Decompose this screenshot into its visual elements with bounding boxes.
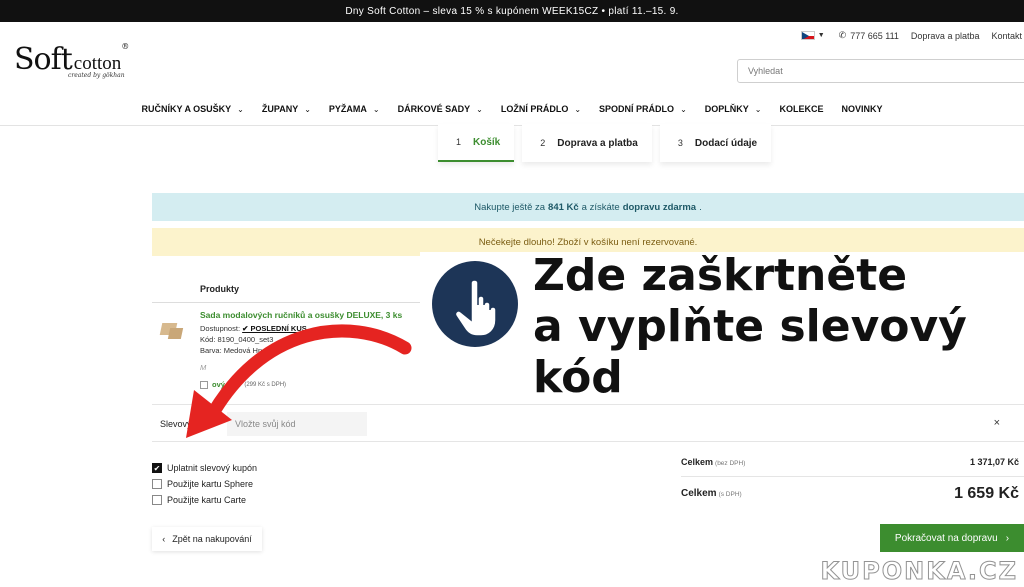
step-number: 1 xyxy=(456,137,462,147)
contact-link[interactable]: Kontakt xyxy=(991,31,1022,41)
option-label: Uplatnit slevový kupón xyxy=(167,463,258,473)
total-label: Celkem xyxy=(681,488,717,499)
button-label: Zpět na nakupování xyxy=(172,534,252,544)
step-kosik[interactable]: 1 Košík xyxy=(438,124,515,162)
step-doprava[interactable]: 2 Doprava a platba xyxy=(522,124,652,162)
nav-item-rucniky[interactable]: RUČNÍKY A OSUŠKY ⌄ xyxy=(141,104,243,114)
chevron-right-icon: › xyxy=(1005,532,1010,544)
nav-item-kolekce[interactable]: KOLEKCE xyxy=(779,104,823,114)
callout-line: Zde zaškrtněte xyxy=(533,250,908,301)
step-label: Doprava a platba xyxy=(557,137,638,149)
divider xyxy=(681,476,1024,477)
logo-registered: ® xyxy=(121,42,129,51)
total-excl-vat: Celkem (bez DPH) 1 371,07 Kč xyxy=(681,457,1019,467)
banner-text: . xyxy=(699,201,702,213)
chevron-down-icon: ⌄ xyxy=(476,104,483,114)
checkbox[interactable] xyxy=(152,495,162,505)
close-icon[interactable]: × xyxy=(994,417,1000,429)
phone-number[interactable]: 777 665 111 xyxy=(850,31,899,41)
promo-text: Dny Soft Cotton – sleva 15 % s kupónem W… xyxy=(345,5,679,17)
logo-soft: Soft xyxy=(14,42,73,77)
nav-item-darkove-sady[interactable]: DÁRKOVÉ SADY ⌄ xyxy=(398,104,483,114)
logo[interactable]: Soft cotton ® created by gökhan xyxy=(14,42,129,86)
watermark: KUPONKA.CZ xyxy=(820,557,1018,586)
option-sphere-card[interactable]: Použijte kartu Sphere xyxy=(152,476,257,492)
step-label: Dodací údaje xyxy=(694,137,758,149)
option-label: Použijte kartu Sphere xyxy=(167,479,254,489)
site-header: Soft cotton ® created by gökhan ▼ ✆ 777 66… xyxy=(0,22,1024,126)
nav-label: LOŽNÍ PRÁDLO xyxy=(500,104,569,114)
banner-text: Nečekejte dlouho! Zboží v košíku není re… xyxy=(478,236,698,248)
total-note: (s DPH) xyxy=(718,491,742,498)
checkbox-checked[interactable]: ✔ xyxy=(152,463,162,473)
banner-free-shipping: dopravu zdarma xyxy=(622,201,697,213)
chevron-left-icon: ‹ xyxy=(162,534,166,544)
nav-item-doplnky[interactable]: DOPLŇKY ⌄ xyxy=(705,104,762,114)
checkout-steps: 1 Košík 2 Doprava a platba 3 Dodací údaje xyxy=(438,124,779,162)
step-label: Košík xyxy=(473,136,501,148)
option-label: Použijte kartu Carte xyxy=(167,495,247,505)
banner-text: a získáte xyxy=(581,201,620,213)
chevron-down-icon: ⌄ xyxy=(237,104,244,114)
nav-label: ŽUPANY xyxy=(261,104,299,114)
chevron-down-icon: ⌄ xyxy=(574,104,582,114)
nav-item-spodni-pradlo[interactable]: SPODNÍ PRÁDLO ⌄ xyxy=(599,104,687,114)
nav-item-pyzama[interactable]: PYŽAMA ⌄ xyxy=(329,104,380,114)
search-placeholder: Vyhledat xyxy=(748,66,783,76)
nav-label: DOPLŇKY xyxy=(704,104,749,114)
nav-item-novinky[interactable]: NOVINKY xyxy=(842,104,883,114)
free-shipping-banner: Nakupte ještě za 841 Kč a získáte dopravu z… xyxy=(152,193,1024,221)
products-header: Produkty xyxy=(200,284,240,294)
nav-label: RUČNÍKY A OSUŠKY xyxy=(141,104,232,114)
callout-line: kód xyxy=(533,352,623,403)
chevron-down-icon: ⌄ xyxy=(372,104,380,114)
chevron-down-icon: ⌄ xyxy=(754,104,762,114)
continue-to-shipping-button[interactable]: Pokračovat na dopravu › xyxy=(880,524,1024,552)
chevron-down-icon: ⌄ xyxy=(680,104,687,114)
promo-bar: Dny Soft Cotton – sleva 15 % s kupónem W… xyxy=(0,0,1024,22)
callout-text: Zde zaškrtněte a vyplňte slevový kód xyxy=(533,250,967,403)
step-dodaci-udaje[interactable]: 3 Dodací údaje xyxy=(659,124,772,162)
red-arrow-annotation xyxy=(186,324,412,438)
discount-options: ✔ Uplatnit slevový kupón Použijte kartu S… xyxy=(152,460,257,508)
banner-amount: 841 Kč xyxy=(548,201,579,213)
nav-label: NOVINKY xyxy=(841,104,883,114)
checkbox[interactable] xyxy=(152,479,162,489)
phone-icon: ✆ xyxy=(838,30,847,40)
total-incl-vat: Celkem (s DPH) 1 659 Kč xyxy=(681,485,1019,502)
chevron-down-icon[interactable]: ▼ xyxy=(818,32,825,39)
option-carte-card[interactable]: Použijte kartu Carte xyxy=(152,492,257,508)
nav-label: SPODNÍ PRÁDLO xyxy=(599,104,675,114)
grand-total-value: 1 659 Kč xyxy=(954,485,1019,502)
pointing-hand-icon xyxy=(432,261,518,347)
main-nav: RUČNÍKY A OSUŠKY ⌄ ŽUPANY ⌄ PYŽAMA ⌄ DÁRKOV… xyxy=(0,104,1024,114)
banner-text: Nakupte ještě za xyxy=(474,201,546,213)
czech-flag-icon[interactable] xyxy=(800,31,815,40)
button-label: Pokračovat na dopravu xyxy=(894,532,998,544)
option-coupon[interactable]: ✔ Uplatnit slevový kupón xyxy=(152,460,257,476)
nav-label: KOLEKCE xyxy=(779,104,824,114)
shipping-link[interactable]: Doprava a platba xyxy=(911,31,980,41)
chevron-down-icon: ⌄ xyxy=(304,104,311,114)
total-value: 1 371,07 Kč xyxy=(969,457,1019,467)
total-label: Celkem xyxy=(681,457,714,467)
callout-line: a vyplňte slevový xyxy=(533,301,967,352)
divider xyxy=(152,302,452,303)
nav-item-zupany[interactable]: ŽUPANY ⌄ xyxy=(262,104,311,114)
nav-label: PYŽAMA xyxy=(328,104,367,114)
total-note: (bez DPH) xyxy=(715,460,746,467)
logo-cotton: cotton xyxy=(73,53,122,74)
back-to-shopping-button[interactable]: ‹ Zpět na nakupování xyxy=(152,527,262,551)
step-number: 3 xyxy=(677,138,683,148)
logo-tagline: created by gökhan xyxy=(68,72,125,79)
nav-label: DÁRKOVÉ SADY xyxy=(397,104,471,114)
step-number: 2 xyxy=(540,138,546,148)
search-input[interactable]: Vyhledat xyxy=(737,59,1024,83)
nav-item-lozni-pradlo[interactable]: LOŽNÍ PRÁDLO ⌄ xyxy=(501,104,581,114)
utility-bar: ▼ ✆ 777 665 111 Doprava a platba Kontakt xyxy=(800,30,1022,41)
